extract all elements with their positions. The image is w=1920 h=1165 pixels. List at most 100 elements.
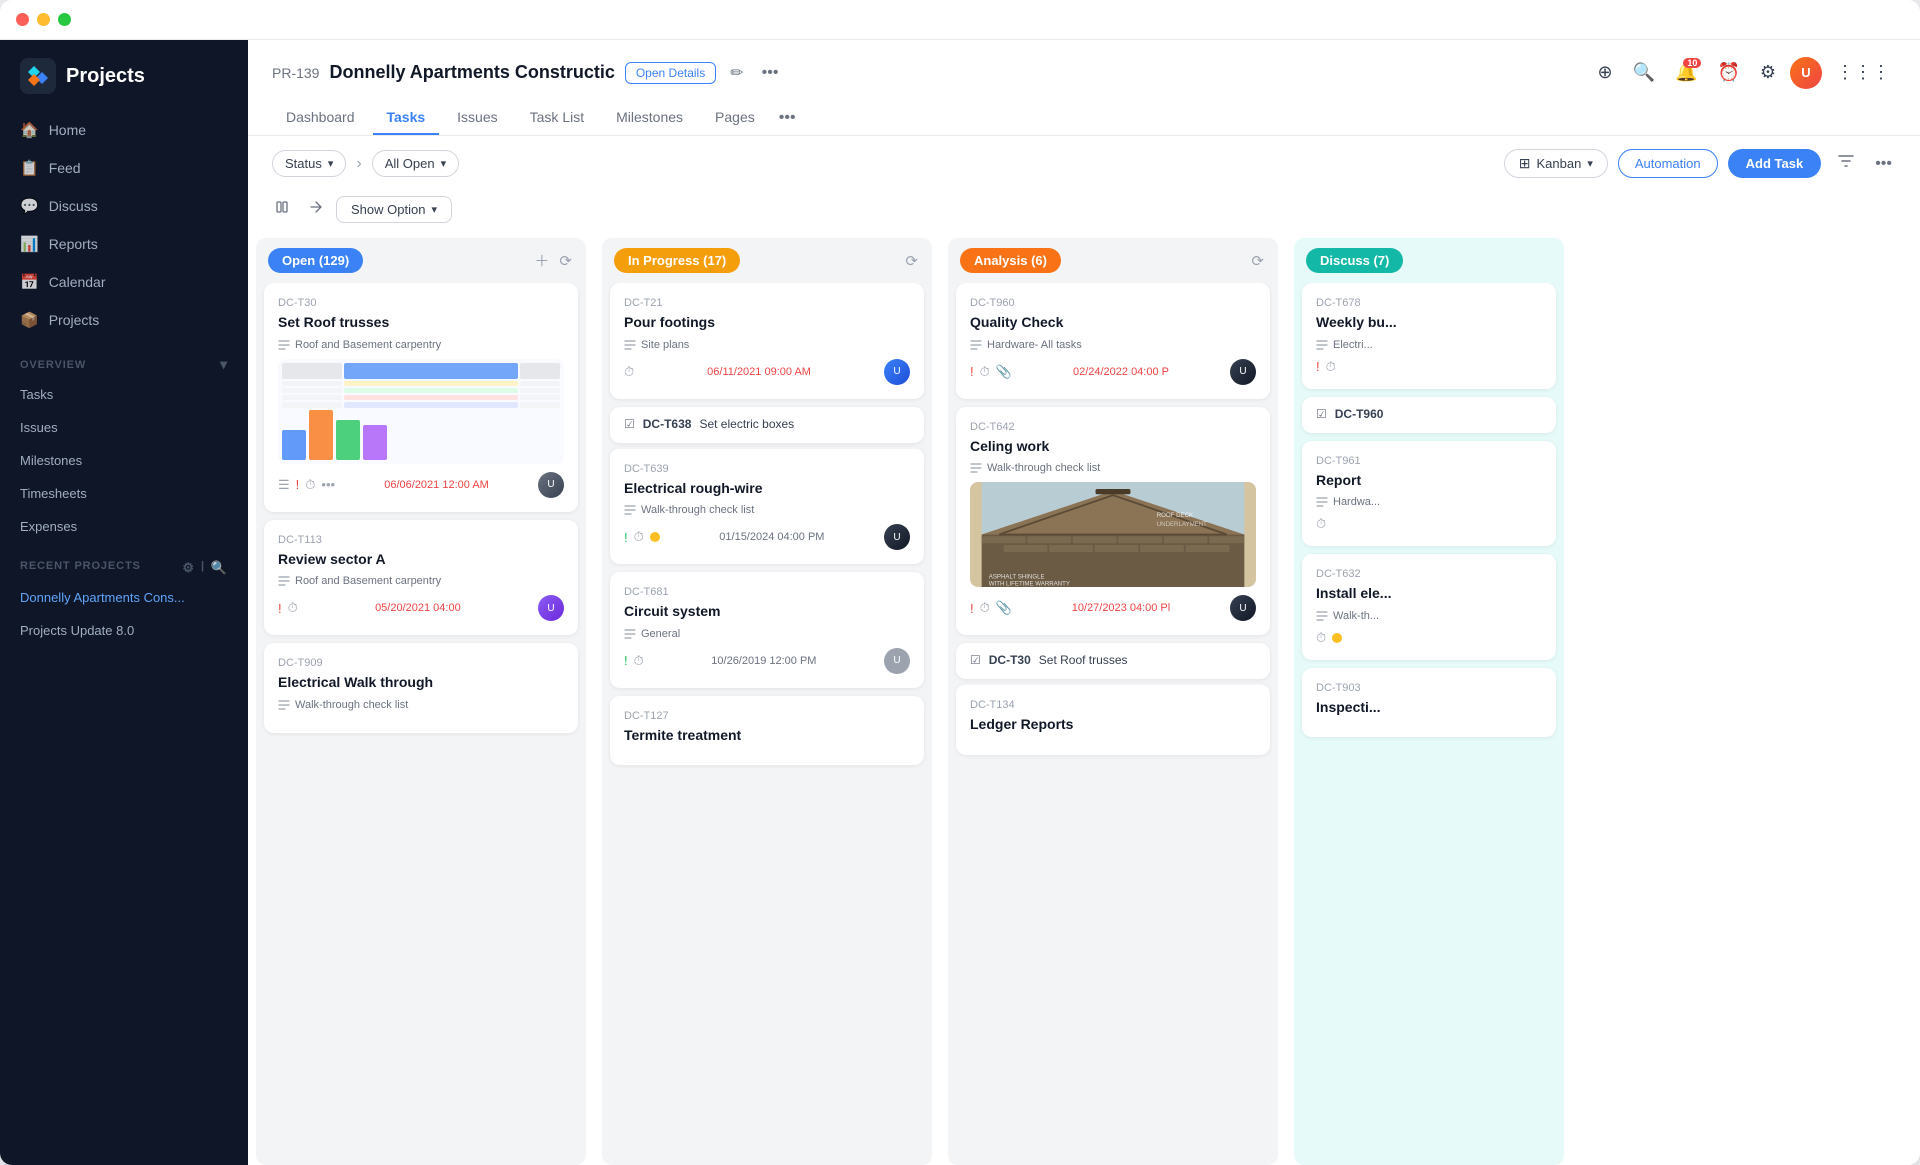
show-option-button[interactable]: Show Option ▾ — [336, 196, 452, 223]
sidebar-item-home[interactable]: 🏠 Home — [8, 112, 240, 148]
open-details-button[interactable]: Open Details — [625, 62, 716, 84]
ellipsis-card-icon[interactable]: ••• — [321, 477, 335, 492]
timer-icon: ⏱ — [1316, 630, 1326, 646]
column-open-label: Open (129) — [268, 248, 363, 273]
close-button[interactable] — [16, 13, 29, 26]
tab-dashboard[interactable]: Dashboard — [272, 101, 369, 135]
task-card[interactable]: DC-T127 Termite treatment — [610, 696, 924, 766]
ellipsis-icon[interactable]: ••• — [758, 60, 783, 86]
pin-icon: 📎 — [996, 364, 1012, 380]
all-open-filter-button[interactable]: All Open ▾ — [372, 150, 459, 177]
task-card[interactable]: DC-T681 Circuit system General ! ⏱ — [610, 572, 924, 688]
card-date: 02/24/2022 04:00 P — [1073, 366, 1169, 378]
card-date: 06/06/2021 12:00 AM — [384, 479, 489, 491]
tab-pages[interactable]: Pages — [701, 101, 769, 135]
card-icons: ! ⏱ 📎 — [970, 600, 1012, 616]
sidebar-logo: Projects — [0, 40, 248, 112]
add-icon[interactable]: ⊕ — [1592, 56, 1619, 89]
clock-icon[interactable]: ⏰ — [1711, 56, 1745, 89]
status-chevron-icon: ▾ — [328, 157, 334, 170]
sidebar-item-feed[interactable]: 📋 Feed — [8, 150, 240, 186]
recent-item-donnelly[interactable]: Donnelly Apartments Cons... — [8, 582, 240, 613]
sidebar-sub-tasks[interactable]: Tasks — [8, 379, 240, 410]
task-card[interactable]: DC-T30 Set Roof trusses Roof and Basemen… — [264, 283, 578, 512]
notification-icon[interactable]: 🔔 10 — [1669, 56, 1703, 89]
column-inprogress-refresh-button[interactable]: ⟳ — [903, 250, 920, 272]
card-avatar: U — [884, 524, 910, 550]
filter-icon-button[interactable] — [1831, 148, 1861, 179]
group-id: DC-T960 — [1335, 407, 1384, 421]
tab-task-list[interactable]: Task List — [516, 101, 598, 135]
breadcrumb-separator: › — [356, 155, 361, 173]
automation-button[interactable]: Automation — [1618, 149, 1718, 178]
overview-chevron-icon[interactable]: ▾ — [220, 356, 228, 373]
pencil-icon[interactable]: ✏ — [726, 59, 747, 87]
task-card[interactable]: DC-T903 Inspecti... — [1302, 668, 1556, 738]
settings-icon[interactable]: ⚙ — [1754, 56, 1782, 89]
sidebar-item-discuss[interactable]: 💬 Discuss — [8, 188, 240, 224]
column-analysis-label: Analysis (6) — [960, 248, 1061, 273]
sidebar-sub-expenses[interactable]: Expenses — [8, 511, 240, 542]
task-card[interactable]: DC-T113 Review sector A Roof and Basemen… — [264, 520, 578, 636]
tab-more-icon[interactable]: ••• — [773, 101, 802, 135]
card-title: Weekly bu... — [1316, 313, 1542, 333]
task-card[interactable]: DC-T960 Quality Check Hardware- All task… — [956, 283, 1270, 399]
sidebar-sub-issues[interactable]: Issues — [8, 412, 240, 443]
task-card[interactable]: DC-T21 Pour footings Site plans ⏱ 06/11/ — [610, 283, 924, 399]
minimize-button[interactable] — [37, 13, 50, 26]
toolbar: Status ▾ › All Open ▾ ⊞ Kanban ▾ Au — [248, 136, 1920, 191]
card-subtitle: Hardwa... — [1316, 496, 1542, 508]
card-date: 06/11/2021 09:00 AM — [707, 366, 811, 378]
task-card-group[interactable]: ☑ DC-T30 Set Roof trusses — [956, 643, 1270, 679]
column-open-add-button[interactable]: ＋ — [532, 248, 551, 273]
sidebar-item-calendar[interactable]: 📅 Calendar — [8, 264, 240, 300]
card-title: Install ele... — [1316, 584, 1542, 604]
task-card[interactable]: DC-T642 Celing work Walk-through check l… — [956, 407, 1270, 636]
task-card[interactable]: DC-T678 Weekly bu... Electri... ! ⏱ — [1302, 283, 1556, 389]
task-card[interactable]: DC-T632 Install ele... Walk-th... ⏱ — [1302, 554, 1556, 660]
tab-tasks[interactable]: Tasks — [373, 101, 440, 135]
task-card-group[interactable]: ☑ DC-T960 — [1302, 397, 1556, 433]
grid-icon[interactable]: ⋮⋮⋮ — [1830, 56, 1896, 89]
toolbar-more-button[interactable]: ••• — [1871, 151, 1896, 177]
tab-issues[interactable]: Issues — [443, 101, 511, 135]
column-open-header: Open (129) ＋ ⟳ — [256, 238, 586, 283]
task-card[interactable]: DC-T639 Electrical rough-wire Walk-throu… — [610, 447, 924, 565]
sidebar-sub-timesheets[interactable]: Timesheets — [8, 478, 240, 509]
card-avatar: U — [538, 472, 564, 498]
card-footer: ! ⏱ 📎 10/27/2023 04:00 Pl U — [970, 595, 1256, 621]
recent-item-projects-update[interactable]: Projects Update 8.0 — [8, 615, 240, 646]
priority-icon: ! — [970, 601, 974, 616]
user-avatar[interactable]: U — [1790, 57, 1822, 89]
kanban-board: Open (129) ＋ ⟳ DC-T30 Set Roof trusses — [248, 234, 1920, 1165]
task-card-group[interactable]: ☑ DC-T638 Set electric boxes — [610, 407, 924, 443]
filter-recent-icon[interactable]: ⚙ — [182, 560, 195, 576]
column-open-refresh-button[interactable]: ⟳ — [557, 250, 574, 272]
sidebar-item-reports[interactable]: 📊 Reports — [8, 226, 240, 262]
status-filter-button[interactable]: Status ▾ — [272, 150, 346, 177]
reports-icon: 📊 — [20, 235, 39, 253]
column-analysis-header: Analysis (6) ⟳ — [948, 238, 1278, 283]
task-card[interactable]: DC-T961 Report Hardwa... ⏱ — [1302, 441, 1556, 547]
tab-milestones[interactable]: Milestones — [602, 101, 697, 135]
card-footer: ! ⏱ 05/20/2021 04:00 U — [278, 595, 564, 621]
task-card[interactable]: DC-T134 Ledger Reports — [956, 683, 1270, 755]
add-task-button[interactable]: Add Task — [1728, 149, 1822, 178]
sidebar-item-projects[interactable]: 📦 Projects — [8, 302, 240, 338]
sidebar-sub-expenses-label: Expenses — [20, 519, 77, 534]
sidebar-sub-milestones[interactable]: Milestones — [8, 445, 240, 476]
search-recent-icon[interactable]: 🔍 — [211, 560, 228, 576]
column-analysis-refresh-button[interactable]: ⟳ — [1249, 250, 1266, 272]
kanban-view-button[interactable]: ⊞ Kanban ▾ — [1504, 149, 1608, 178]
timer-icon: ⏱ — [980, 600, 990, 616]
card-id: DC-T681 — [624, 586, 910, 598]
notification-badge: 10 — [1683, 58, 1701, 68]
column-expand-icon[interactable] — [304, 195, 328, 224]
search-icon[interactable]: 🔍 — [1627, 56, 1661, 89]
column-collapse-icon[interactable] — [272, 195, 296, 224]
timer-icon: ⏱ — [980, 364, 990, 380]
card-thumbnail — [278, 359, 564, 464]
card-title: Electrical Walk through — [278, 673, 564, 693]
task-card[interactable]: DC-T909 Electrical Walk through Walk-thr… — [264, 643, 578, 733]
maximize-button[interactable] — [58, 13, 71, 26]
